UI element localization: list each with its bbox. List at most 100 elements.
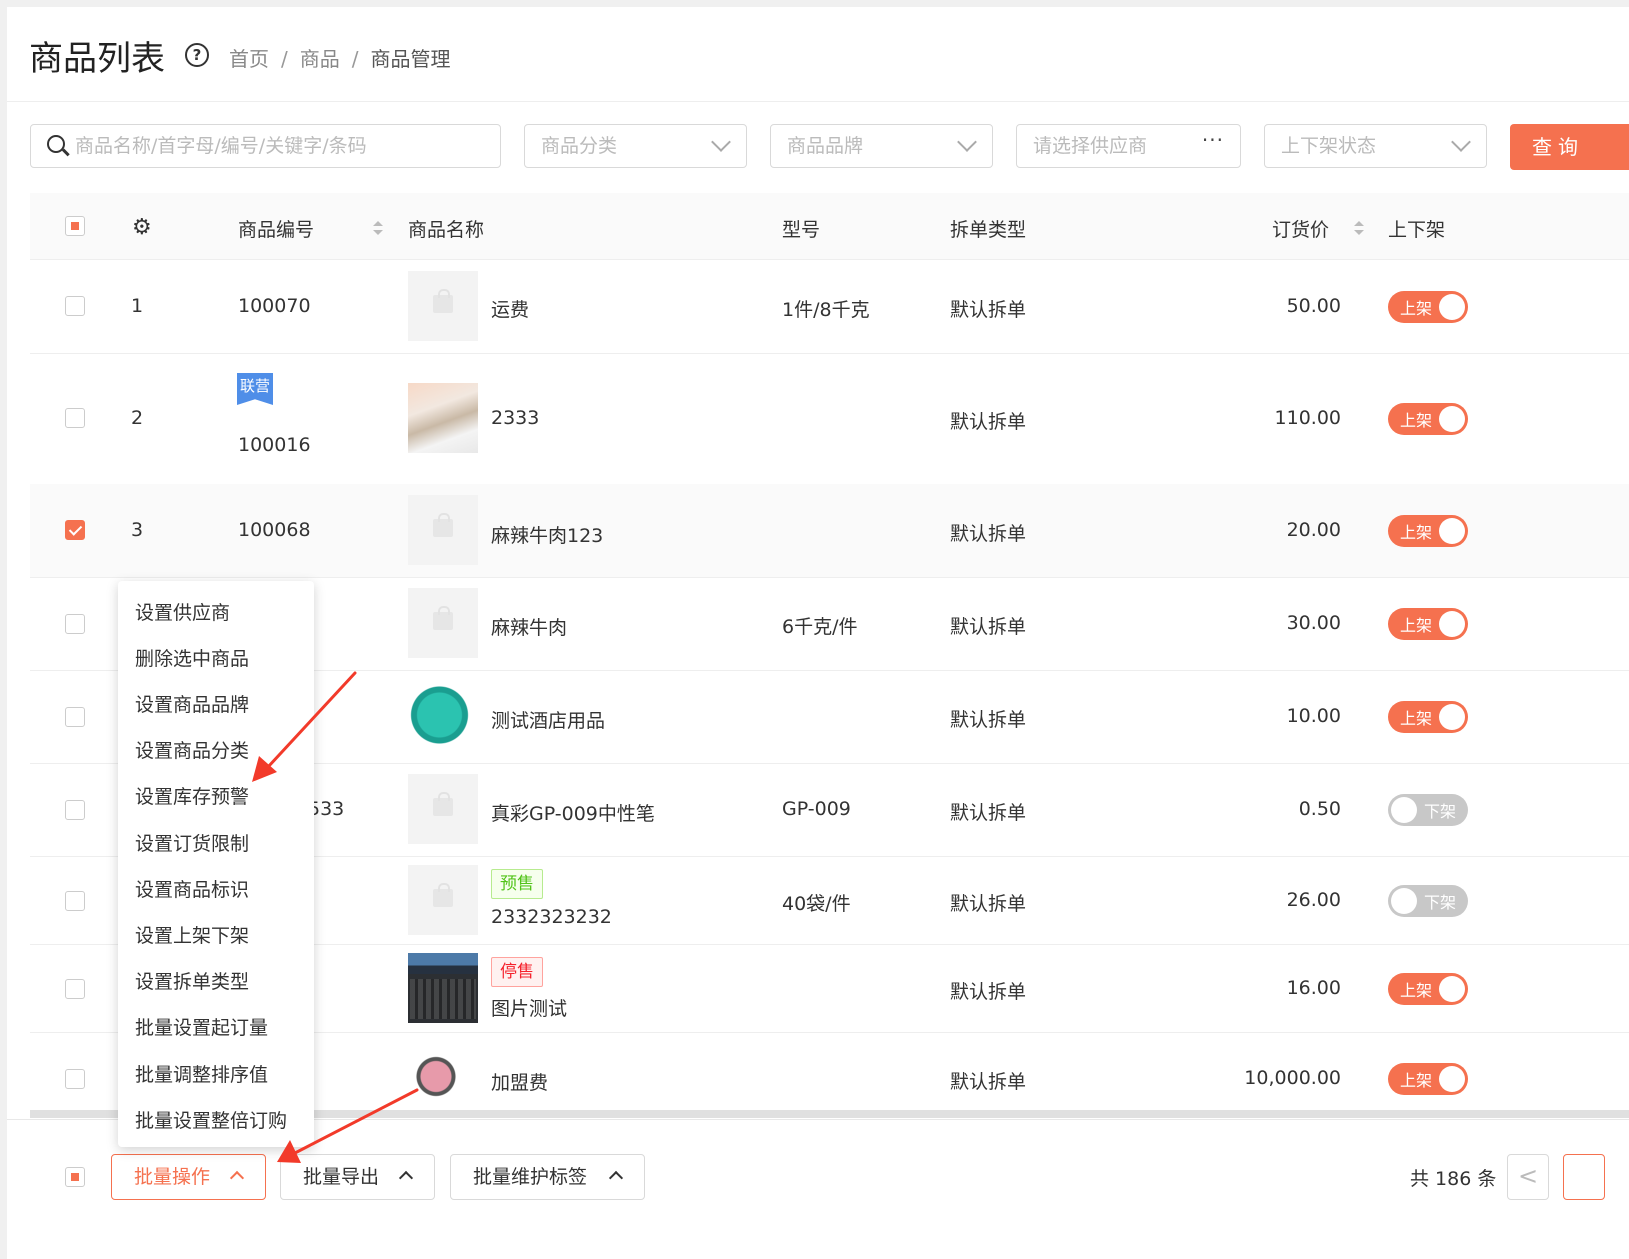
product-name[interactable]: 加盟费 xyxy=(491,1068,548,1095)
product-model: 40袋/件 xyxy=(782,893,851,915)
supplier-select[interactable]: 请选择供应商 ··· xyxy=(1016,124,1241,168)
product-name[interactable]: 真彩GP-009中性笔 xyxy=(491,799,655,826)
product-model: 6千克/件 xyxy=(782,616,858,638)
placeholder-image-icon xyxy=(433,289,453,313)
menu-item-set-brand[interactable]: 设置商品品牌 xyxy=(135,690,249,717)
split-type: 默认拆单 xyxy=(950,523,1027,545)
help-icon[interactable]: ? xyxy=(185,43,209,67)
shelf-toggle[interactable]: 上架 xyxy=(1388,291,1468,323)
row-checkbox[interactable] xyxy=(65,296,85,316)
row-checkbox[interactable] xyxy=(65,520,85,540)
shelf-toggle[interactable]: 上架 xyxy=(1388,608,1468,640)
shelf-label: 上架 xyxy=(1400,616,1433,635)
shelf-toggle[interactable]: 上架 xyxy=(1388,515,1468,547)
menu-item-set-order-limit[interactable]: 设置订货限制 xyxy=(135,829,249,856)
breadcrumb-home[interactable]: 首页 xyxy=(229,47,269,71)
brand-select[interactable]: 商品品牌 xyxy=(770,124,993,168)
product-name[interactable]: 2332323232 xyxy=(491,906,612,928)
footer-select-all-checkbox[interactable] xyxy=(65,1167,85,1187)
query-button[interactable]: 查询 xyxy=(1510,124,1629,170)
row-index: 1 xyxy=(131,295,144,317)
batch-export-label: 批量导出 xyxy=(303,1166,380,1188)
chevron-down-icon xyxy=(711,132,731,152)
table-header: ⚙ 商品编号 商品名称 型号 拆单类型 订货价 上下架 xyxy=(30,193,1629,260)
search-placeholder: 商品名称/首字母/编号/关键字/条码 xyxy=(75,135,367,157)
search-input[interactable]: 商品名称/首字母/编号/关键字/条码 xyxy=(30,124,501,168)
order-price: 110.00 xyxy=(1274,407,1341,429)
breadcrumb-separator: / xyxy=(351,47,359,71)
sort-icon[interactable] xyxy=(372,221,383,235)
chevron-down-icon xyxy=(957,132,977,152)
split-type: 默认拆单 xyxy=(950,893,1027,915)
product-image xyxy=(408,383,478,453)
product-name[interactable]: 图片测试 xyxy=(491,994,567,1021)
shelf-toggle[interactable]: 上架 xyxy=(1388,403,1468,435)
row-index: 3 xyxy=(131,519,144,541)
product-image xyxy=(408,271,478,341)
row-checkbox[interactable] xyxy=(65,800,85,820)
row-checkbox[interactable] xyxy=(65,979,85,999)
table-row[interactable]: 1 100070 运费 1件/8千克 默认拆单 50.00 上架 xyxy=(30,260,1629,354)
discontinued-badge: 停售 xyxy=(491,957,543,987)
menu-item-set-category[interactable]: 设置商品分类 xyxy=(135,736,249,763)
menu-item-set-multiple-order[interactable]: 批量设置整倍订购 xyxy=(135,1106,287,1133)
menu-item-set-shelf-status[interactable]: 设置上架下架 xyxy=(135,921,249,948)
product-name[interactable]: 麻辣牛肉123 xyxy=(491,521,603,548)
table-row[interactable]: 2 联营 100016 2333 默认拆单 110.00 上架 xyxy=(30,353,1629,485)
batch-operations-button[interactable]: 批量操作 xyxy=(111,1154,266,1200)
product-name[interactable]: 测试酒店用品 xyxy=(491,706,605,733)
row-checkbox[interactable] xyxy=(65,1069,85,1089)
page-title: 商品列表 xyxy=(29,39,165,79)
status-placeholder: 上下架状态 xyxy=(1281,135,1377,157)
more-icon[interactable]: ··· xyxy=(1202,119,1224,161)
product-image xyxy=(408,774,478,844)
menu-item-set-stock-alert[interactable]: 设置库存预警 xyxy=(135,782,249,809)
menu-item-adjust-sort[interactable]: 批量调整排序值 xyxy=(135,1060,268,1087)
gear-icon[interactable]: ⚙ xyxy=(132,215,152,240)
row-index: 2 xyxy=(131,407,144,429)
select-all-checkbox[interactable] xyxy=(65,216,85,236)
placeholder-image-icon xyxy=(433,883,453,907)
row-checkbox[interactable] xyxy=(65,891,85,911)
shelf-toggle[interactable]: 上架 xyxy=(1388,701,1468,733)
shelf-label: 上架 xyxy=(1400,709,1433,728)
product-image xyxy=(408,588,478,658)
page-button[interactable] xyxy=(1563,1154,1605,1200)
order-price: 20.00 xyxy=(1286,519,1341,541)
menu-item-delete-selected[interactable]: 删除选中商品 xyxy=(135,644,249,671)
product-name[interactable]: 麻辣牛肉 xyxy=(491,613,567,640)
placeholder-image-icon xyxy=(433,513,453,537)
menu-item-set-split-type[interactable]: 设置拆单类型 xyxy=(135,967,249,994)
row-checkbox[interactable] xyxy=(65,614,85,634)
shelf-toggle[interactable]: 上架 xyxy=(1388,973,1468,1005)
batch-operations-label: 批量操作 xyxy=(134,1166,211,1188)
menu-item-set-supplier[interactable]: 设置供应商 xyxy=(135,598,230,625)
page-header: 商品列表 ? 首页 / 商品 / 商品管理 xyxy=(7,7,1629,102)
product-code: 100070 xyxy=(238,295,311,317)
menu-item-set-product-mark[interactable]: 设置商品标识 xyxy=(135,875,249,902)
column-price: 订货价 xyxy=(1272,219,1330,241)
batch-export-button[interactable]: 批量导出 xyxy=(280,1154,435,1200)
product-name[interactable]: 运费 xyxy=(491,295,529,322)
category-select[interactable]: 商品分类 xyxy=(524,124,747,168)
sort-icon[interactable] xyxy=(1353,221,1364,235)
table-row[interactable]: 3 100068 麻辣牛肉123 默认拆单 20.00 上架 xyxy=(30,484,1629,578)
product-name[interactable]: 2333 xyxy=(491,407,539,429)
batch-operations-menu: 设置供应商 删除选中商品 设置商品品牌 设置商品分类 设置库存预警 设置订货限制… xyxy=(118,581,314,1147)
filter-bar: 商品名称/首字母/编号/关键字/条码 商品分类 商品品牌 请选择供应商 ··· … xyxy=(7,124,1629,172)
breadcrumb-goods[interactable]: 商品 xyxy=(300,47,340,71)
row-checkbox[interactable] xyxy=(65,707,85,727)
page: 商品列表 ? 首页 / 商品 / 商品管理 商品名称/首字母/编号/关键字/条码 商品分… xyxy=(7,7,1629,1259)
split-type: 默认拆单 xyxy=(950,1071,1027,1093)
supplier-placeholder: 请选择供应商 xyxy=(1033,135,1148,157)
row-checkbox[interactable] xyxy=(65,408,85,428)
prev-page-button[interactable]: < xyxy=(1507,1154,1549,1200)
shelf-toggle[interactable]: 下架 xyxy=(1388,794,1468,826)
shelf-toggle[interactable]: 上架 xyxy=(1388,1063,1468,1095)
menu-item-set-min-order[interactable]: 批量设置起订量 xyxy=(135,1013,268,1040)
category-placeholder: 商品分类 xyxy=(541,135,618,157)
shelf-toggle[interactable]: 下架 xyxy=(1388,885,1468,917)
split-type: 默认拆单 xyxy=(950,616,1027,638)
status-select[interactable]: 上下架状态 xyxy=(1264,124,1487,168)
batch-tags-button[interactable]: 批量维护标签 xyxy=(450,1154,645,1200)
